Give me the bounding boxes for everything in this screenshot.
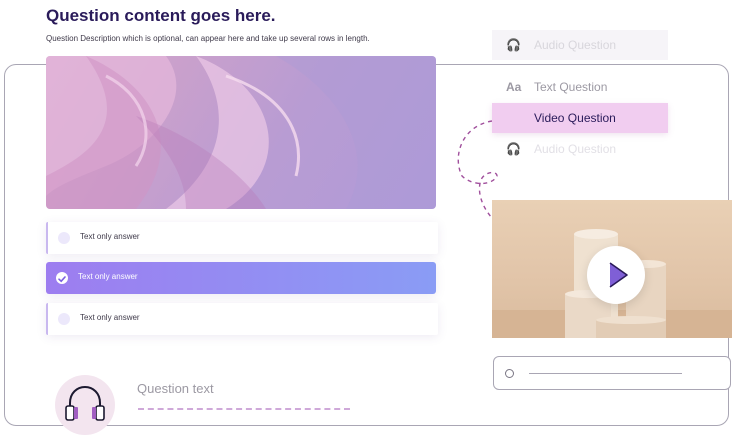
question-image — [46, 56, 436, 209]
menu-label: Text Question — [534, 80, 608, 94]
menu-label: Video Question — [534, 111, 616, 125]
answer-label: Text only answer — [80, 313, 140, 322]
headphones-icon — [65, 385, 105, 421]
answer-label: Text only answer — [80, 232, 140, 241]
answer-option-2-selected[interactable]: Text only answer — [46, 262, 436, 294]
menu-label: Audio Question — [534, 38, 617, 52]
radio-unchecked-icon — [58, 313, 70, 325]
menu-item-text-question[interactable]: Aa Text Question — [492, 72, 668, 102]
question-description: Question Description which is optional, … — [46, 34, 370, 43]
dashed-underline — [138, 408, 350, 410]
headphones-icon: 🎧 — [506, 142, 521, 156]
menu-item-audio-question-2[interactable]: 🎧 Audio Question — [492, 134, 668, 164]
menu-label: Audio Question — [534, 142, 617, 156]
text-format-icon: Aa — [506, 80, 522, 94]
video-progress-bar[interactable] — [493, 356, 731, 390]
menu-item-audio-question[interactable]: 🎧 Audio Question — [492, 30, 668, 60]
radio-checked-icon — [56, 272, 68, 284]
play-button[interactable] — [587, 246, 645, 304]
checkmark-icon — [58, 276, 66, 283]
abstract-swirl-illustration — [46, 56, 436, 209]
radio-unchecked-icon — [58, 232, 70, 244]
question-title: Question content goes here. — [46, 6, 276, 25]
play-icon — [609, 262, 628, 288]
question-text-input[interactable]: Question text — [137, 381, 214, 396]
progress-track[interactable] — [529, 373, 682, 374]
headphones-badge — [55, 375, 115, 435]
answer-option-3[interactable]: Text only answer — [46, 303, 438, 335]
menu-item-video-question[interactable]: Video Question — [492, 103, 668, 133]
headphones-icon: 🎧 — [506, 38, 521, 52]
progress-knob[interactable] — [505, 369, 514, 378]
answer-option-1[interactable]: Text only answer — [46, 222, 438, 254]
answer-label: Text only answer — [78, 272, 138, 281]
